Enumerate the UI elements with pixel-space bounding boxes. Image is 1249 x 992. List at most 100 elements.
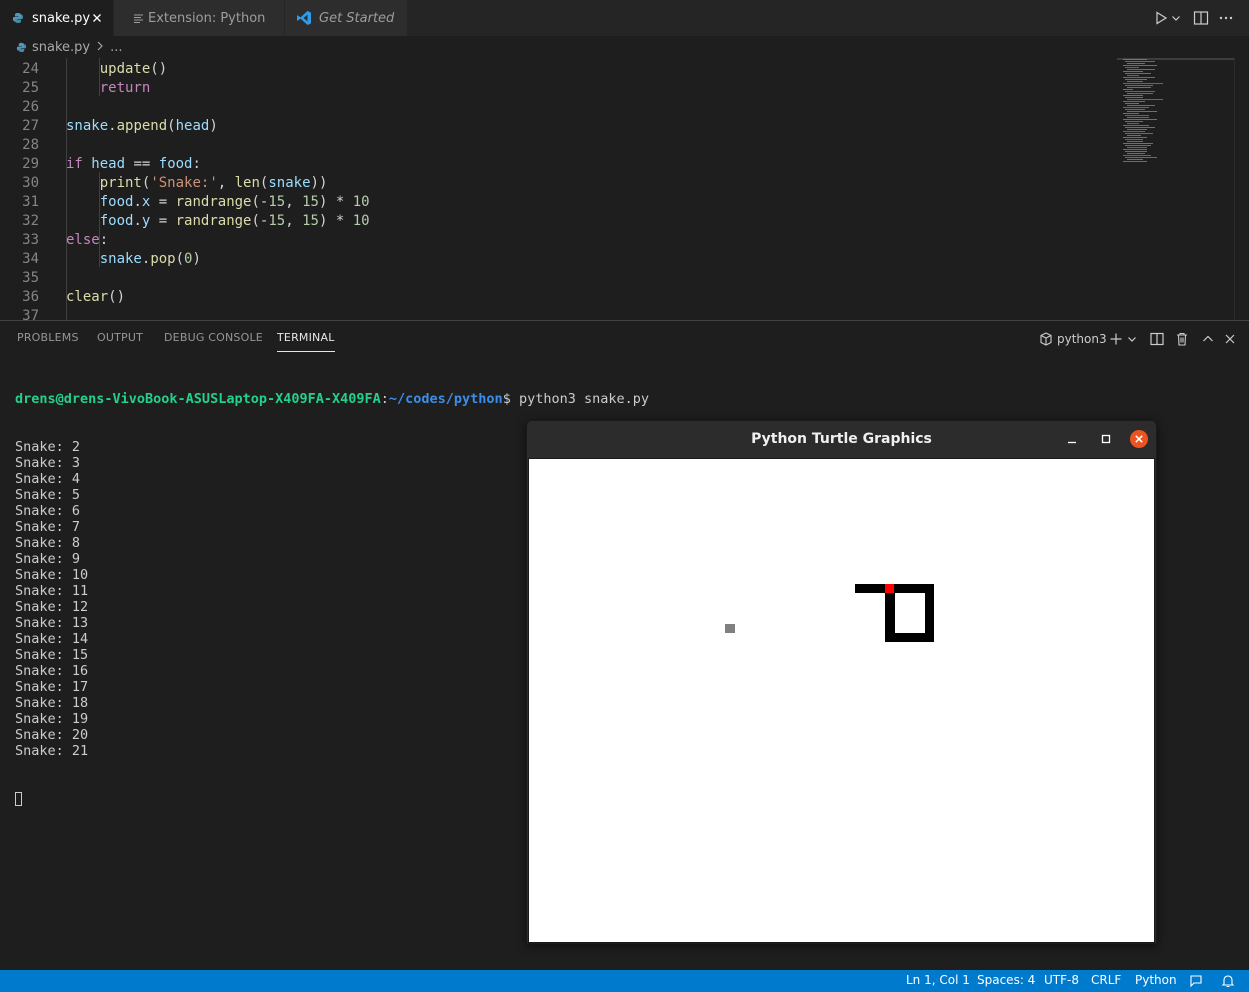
- breadcrumb-more[interactable]: ...: [110, 40, 122, 55]
- minimap-line: [1127, 135, 1141, 136]
- minimap-line: [1127, 141, 1143, 142]
- split-terminal-icon[interactable]: [1149, 331, 1165, 347]
- minimize-icon[interactable]: [1063, 430, 1081, 448]
- terminal-prompt-line: drens@drens-VivoBook-ASUSLaptop-X409FA-X…: [15, 391, 649, 407]
- line-number: 29: [22, 156, 39, 172]
- minimap-line: [1123, 65, 1157, 66]
- plus-icon[interactable]: [1108, 331, 1124, 347]
- trash-icon[interactable]: [1174, 331, 1190, 347]
- terminal-profile-icon: [1038, 331, 1054, 347]
- code-line: 24 update(): [0, 60, 1110, 79]
- code-text: else:: [66, 232, 109, 248]
- minimap-line: [1125, 145, 1151, 146]
- line-number: 35: [22, 270, 39, 286]
- minimap-line: [1123, 71, 1143, 72]
- tab-output[interactable]: OUTPUT: [97, 331, 143, 344]
- snake-segment: [885, 633, 934, 642]
- minimap-line: [1125, 127, 1155, 128]
- turtle-graphics-window[interactable]: Python Turtle Graphics: [526, 420, 1157, 944]
- minimap-line: [1123, 119, 1157, 120]
- line-number: 26: [22, 99, 39, 115]
- chevron-down-icon[interactable]: [1170, 9, 1182, 27]
- tab-snake-py[interactable]: snake.py: [0, 0, 113, 36]
- chevron-down-icon[interactable]: [1126, 331, 1138, 347]
- line-endings[interactable]: CRLF: [1091, 973, 1121, 987]
- minimap-line: [1127, 129, 1147, 130]
- status-bar: Ln 1, Col 1 Spaces: 4 UTF-8 CRLF Python: [0, 970, 1249, 992]
- cursor-position[interactable]: Ln 1, Col 1: [906, 973, 970, 987]
- minimap-line: [1123, 131, 1145, 132]
- close-icon[interactable]: [89, 10, 105, 26]
- line-number: 30: [22, 175, 39, 191]
- indentation[interactable]: Spaces: 4: [977, 973, 1035, 987]
- terminal-name[interactable]: python3: [1057, 332, 1107, 346]
- turtle-canvas[interactable]: [528, 458, 1155, 943]
- line-number: 34: [22, 251, 39, 267]
- maximize-icon[interactable]: [1097, 430, 1115, 448]
- code-line: 28: [0, 136, 1110, 155]
- minimap-line: [1125, 85, 1153, 86]
- minimap-line: [1125, 91, 1155, 92]
- minimap-line: [1127, 63, 1145, 64]
- more-actions-icon[interactable]: [1217, 9, 1235, 27]
- tab-terminal[interactable]: TERMINAL: [277, 331, 335, 352]
- minimap-line: [1123, 143, 1153, 144]
- minimap-line: [1125, 133, 1153, 134]
- minimap-line: [1123, 101, 1145, 102]
- feedback-icon[interactable]: [1189, 973, 1205, 992]
- minimap[interactable]: [1117, 58, 1235, 320]
- minimap-line: [1125, 61, 1155, 62]
- line-number: 24: [22, 61, 39, 77]
- code-text: print('Snake:', len(snake)): [99, 175, 328, 191]
- minimap-line: [1125, 115, 1149, 116]
- minimap-line: [1125, 97, 1143, 98]
- food: [725, 624, 735, 633]
- breadcrumb-file[interactable]: snake.py: [32, 40, 90, 55]
- minimap-line: [1125, 79, 1147, 80]
- minimap-line: [1123, 89, 1133, 90]
- python-file-icon: [10, 12, 26, 24]
- minimap-line: [1127, 87, 1151, 88]
- run-icon[interactable]: [1152, 9, 1170, 27]
- minimap-line: [1123, 125, 1149, 126]
- prompt-user: drens@drens-VivoBook-ASUSLaptop-X409FA-X…: [15, 391, 381, 407]
- code-text: food.x = randrange(-15, 15) * 10: [99, 194, 370, 210]
- minimap-line: [1123, 59, 1147, 60]
- code-line: 31 food.x = randrange(-15, 15) * 10: [0, 193, 1110, 212]
- code-text: if head == food:: [66, 156, 201, 172]
- tab-get-started[interactable]: Get Started: [285, 0, 407, 36]
- minimap-line: [1127, 117, 1149, 118]
- code-editor[interactable]: 24 update() 25 return 26 27 snake.append(hea…: [0, 58, 1249, 320]
- prompt-path: ~/codes/python: [388, 391, 503, 407]
- code-line: 27 snake.append(head): [0, 117, 1110, 136]
- split-editor-icon[interactable]: [1192, 9, 1210, 27]
- editor-tab-bar: snake.py Extension: Python Get Started: [0, 0, 1249, 36]
- minimap-line: [1125, 73, 1151, 74]
- tab-debug-console[interactable]: DEBUG CONSOLE: [164, 331, 263, 344]
- minimap-line: [1127, 111, 1157, 112]
- language-mode[interactable]: Python: [1135, 973, 1177, 987]
- line-number: 33: [22, 232, 39, 248]
- minimap-line: [1127, 69, 1155, 70]
- close-window-icon[interactable]: [1130, 430, 1148, 448]
- minimap-line: [1125, 157, 1157, 158]
- tab-extension-python[interactable]: Extension: Python: [114, 0, 284, 36]
- line-number: 37: [22, 308, 39, 320]
- minimap-line: [1123, 155, 1151, 156]
- extension-doc-icon: [132, 13, 144, 24]
- prompt-separator: :: [380, 391, 389, 407]
- tab-label: Extension: Python: [148, 10, 266, 26]
- chevron-up-icon[interactable]: [1200, 331, 1216, 347]
- minimap-line: [1123, 95, 1143, 96]
- encoding[interactable]: UTF-8: [1044, 973, 1079, 987]
- editor-scrollbar[interactable]: [1234, 58, 1249, 320]
- bell-icon[interactable]: [1220, 973, 1236, 992]
- close-panel-icon[interactable]: [1222, 331, 1238, 347]
- minimap-line: [1127, 105, 1155, 106]
- code-line: 35: [0, 269, 1110, 288]
- tab-problems[interactable]: PROBLEMS: [17, 331, 79, 344]
- minimap-line: [1123, 161, 1147, 162]
- minimap-line: [1125, 109, 1145, 110]
- vscode-logo-icon: [295, 10, 313, 26]
- minimap-line: [1127, 153, 1145, 154]
